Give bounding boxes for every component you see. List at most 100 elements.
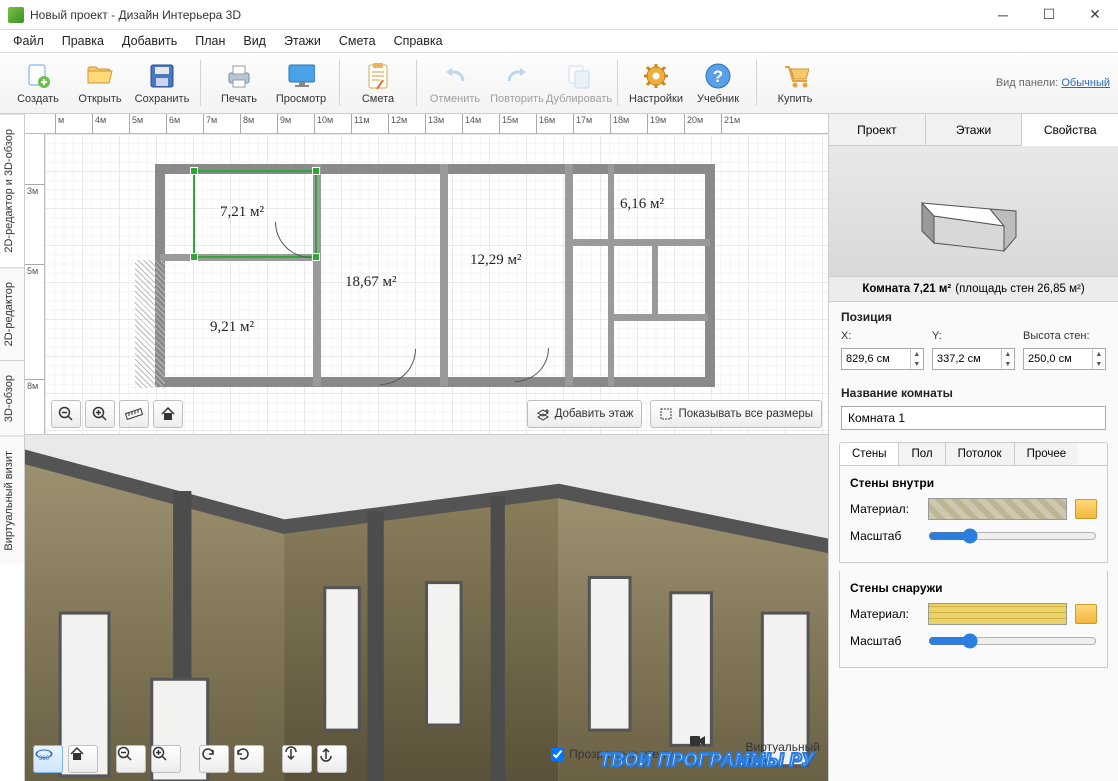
add-floor-button[interactable]: Добавить этаж bbox=[527, 400, 643, 428]
preview-button[interactable]: Просмотр bbox=[271, 55, 331, 111]
open-button[interactable]: Открыть bbox=[70, 55, 130, 111]
measure-button[interactable] bbox=[119, 400, 149, 428]
menu-smeta[interactable]: Смета bbox=[330, 32, 385, 50]
view-zoom-in-button[interactable] bbox=[151, 745, 181, 773]
tilt-down-button[interactable] bbox=[317, 745, 347, 773]
duplicate-label: Дублировать bbox=[546, 93, 612, 105]
cart-icon bbox=[781, 62, 809, 90]
tilt-up-button[interactable] bbox=[282, 745, 312, 773]
subtab-other[interactable]: Прочее bbox=[1015, 443, 1079, 465]
inner-scale-slider[interactable] bbox=[928, 528, 1097, 544]
y-input[interactable]: ▲▼ bbox=[932, 348, 1015, 370]
minimize-button[interactable]: ─ bbox=[980, 0, 1026, 30]
view-home-button[interactable] bbox=[68, 745, 98, 773]
panel-mode: Вид панели: Обычный bbox=[996, 77, 1110, 89]
panel-mode-link[interactable]: Обычный bbox=[1061, 77, 1110, 89]
outer-walls-heading: Стены снаружи bbox=[850, 581, 1097, 595]
monitor-icon bbox=[287, 62, 315, 90]
clipboard-icon bbox=[364, 62, 392, 90]
new-file-icon bbox=[24, 62, 52, 90]
toolbar: Создать Открыть Сохранить Печать Просмот… bbox=[0, 52, 1118, 114]
plan-right-toolbar: Добавить этаж Показывать все размеры bbox=[527, 400, 822, 428]
view-zoom-out-button[interactable] bbox=[116, 745, 146, 773]
pan-button[interactable] bbox=[33, 745, 63, 773]
tab-floors[interactable]: Этажи bbox=[926, 114, 1023, 145]
lefttab-2d[interactable]: 2D-редактор bbox=[0, 267, 24, 360]
menubar: Файл Правка Добавить План Вид Этажи Смет… bbox=[0, 30, 1118, 52]
open-label: Открыть bbox=[78, 93, 121, 105]
view-3d[interactable]: 360 Прозрачные стены Виртуальный виз bbox=[25, 434, 828, 781]
position-section: Позиция X: Y: Высота стен: ▲▼ ▲▼ ▲▼ bbox=[829, 302, 1118, 378]
inner-material-browse[interactable] bbox=[1075, 499, 1097, 519]
settings-button[interactable]: Настройки bbox=[626, 55, 686, 111]
print-label: Печать bbox=[221, 93, 257, 105]
position-heading: Позиция bbox=[841, 310, 1106, 324]
floor-plan[interactable]: 7,21 м² 6,16 м² 18,67 м² 12,29 м² 9,21 м… bbox=[45, 134, 828, 434]
camera-icon bbox=[690, 735, 740, 773]
undo-button[interactable]: Отменить bbox=[425, 55, 485, 111]
inner-walls-panel: Стены внутри Материал: Масштаб bbox=[839, 466, 1108, 563]
dimensions-icon bbox=[659, 407, 673, 421]
subtab-ceiling[interactable]: Потолок bbox=[946, 443, 1015, 465]
maximize-button[interactable]: ☐ bbox=[1026, 0, 1072, 30]
duplicate-button[interactable]: Дублировать bbox=[549, 55, 609, 111]
x-input[interactable]: ▲▼ bbox=[841, 348, 924, 370]
show-all-sizes-button[interactable]: Показывать все размеры bbox=[650, 400, 822, 428]
floppy-icon bbox=[148, 62, 176, 90]
view3d-toolbar: 360 bbox=[33, 745, 347, 773]
subtab-walls[interactable]: Стены bbox=[840, 443, 899, 465]
zoom-in-button[interactable] bbox=[85, 400, 115, 428]
inner-material-label: Материал: bbox=[850, 502, 920, 516]
lefttab-3d[interactable]: 3D-обзор bbox=[0, 360, 24, 436]
redo-button[interactable]: Повторить bbox=[487, 55, 547, 111]
name-section: Название комнаты bbox=[829, 378, 1118, 438]
menu-view[interactable]: Вид bbox=[234, 32, 275, 50]
smeta-button[interactable]: Смета bbox=[348, 55, 408, 111]
rotate-cw-button[interactable] bbox=[234, 745, 264, 773]
menu-file[interactable]: Файл bbox=[4, 32, 53, 50]
menu-edit[interactable]: Правка bbox=[53, 32, 113, 50]
inner-material-swatch[interactable] bbox=[928, 498, 1067, 520]
close-button[interactable]: ✕ bbox=[1072, 0, 1118, 30]
x-label: X: bbox=[841, 330, 924, 342]
help-icon: ? bbox=[704, 62, 732, 90]
tab-project[interactable]: Проект bbox=[829, 114, 926, 145]
ruler-vertical: 3м5м8м bbox=[25, 134, 45, 434]
menu-add[interactable]: Добавить bbox=[113, 32, 186, 50]
menu-floors[interactable]: Этажи bbox=[275, 32, 330, 50]
virtual-visit-button[interactable]: Виртуальный визит bbox=[690, 735, 820, 773]
smeta-label: Смета bbox=[362, 93, 394, 105]
tutorial-button[interactable]: ? Учебник bbox=[688, 55, 748, 111]
outer-scale-slider[interactable] bbox=[928, 633, 1097, 649]
zoom-out-button[interactable] bbox=[51, 400, 81, 428]
save-button[interactable]: Сохранить bbox=[132, 55, 192, 111]
save-label: Сохранить bbox=[135, 93, 190, 105]
inner-walls-heading: Стены внутри bbox=[850, 476, 1097, 490]
h-input[interactable]: ▲▼ bbox=[1023, 348, 1106, 370]
undo-icon bbox=[441, 62, 469, 90]
transparent-walls-checkbox[interactable]: Прозрачные стены bbox=[551, 747, 674, 761]
outer-material-browse[interactable] bbox=[1075, 604, 1097, 624]
create-label: Создать bbox=[17, 93, 59, 105]
room-label-2: 6,16 м² bbox=[620, 196, 664, 213]
wall-area: (площадь стен 26,85 м²) bbox=[955, 283, 1084, 295]
room-label-1: 7,21 м² bbox=[220, 204, 264, 221]
redo-label: Повторить bbox=[490, 93, 544, 105]
app-icon bbox=[8, 7, 24, 23]
tab-properties[interactable]: Свойства bbox=[1022, 115, 1118, 146]
left-tabs: 2D-редактор и 3D-обзор 2D-редактор 3D-об… bbox=[0, 114, 25, 781]
ruler-horizontal: м4м5м6м7м8м9м10м11м12м13м14м15м16м17м18м… bbox=[25, 114, 828, 134]
create-button[interactable]: Создать bbox=[8, 55, 68, 111]
redo-icon bbox=[503, 62, 531, 90]
room-name-input[interactable] bbox=[841, 406, 1106, 430]
rotate-ccw-button[interactable] bbox=[199, 745, 229, 773]
lefttab-virtual[interactable]: Виртуальный визит bbox=[0, 436, 24, 565]
menu-plan[interactable]: План bbox=[186, 32, 234, 50]
lefttab-2d3d[interactable]: 2D-редактор и 3D-обзор bbox=[0, 114, 24, 267]
menu-help[interactable]: Справка bbox=[385, 32, 452, 50]
outer-material-swatch[interactable] bbox=[928, 603, 1067, 625]
home-button[interactable] bbox=[153, 400, 183, 428]
subtab-floor[interactable]: Пол bbox=[899, 443, 945, 465]
buy-button[interactable]: Купить bbox=[765, 55, 825, 111]
print-button[interactable]: Печать bbox=[209, 55, 269, 111]
